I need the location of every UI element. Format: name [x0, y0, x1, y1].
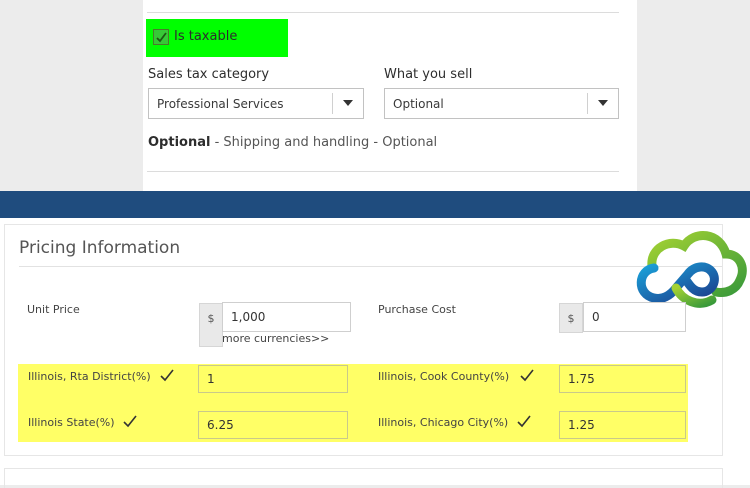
is-taxable-checkbox[interactable]	[153, 29, 169, 45]
is-taxable-row[interactable]: Is taxable	[146, 19, 288, 57]
caret-down-icon	[343, 100, 353, 106]
divider	[147, 171, 619, 172]
what-you-sell-label: What you sell	[384, 67, 473, 82]
is-taxable-label: Is taxable	[174, 29, 238, 44]
divider	[147, 12, 619, 13]
dropdown-toggle[interactable]	[587, 93, 618, 114]
check-icon[interactable]	[517, 415, 531, 428]
shipping-rest: - Shipping and handling - Optional	[210, 135, 438, 150]
sales-tax-category-label: Sales tax category	[148, 67, 270, 82]
tax-input-chicago-city[interactable]: 1.25	[559, 411, 686, 439]
unit-price-currency: $	[199, 303, 223, 347]
unit-price-label: Unit Price	[27, 303, 80, 316]
tax-input-rta-district[interactable]: 1	[198, 365, 348, 393]
divider	[19, 266, 722, 267]
tax-input-illinois-state[interactable]: 6.25	[198, 411, 348, 439]
shipping-handling-text: Optional - Shipping and handling - Optio…	[148, 135, 437, 150]
check-icon[interactable]	[160, 369, 174, 382]
what-you-sell-value: Optional	[393, 97, 444, 111]
more-currencies-link[interactable]: more currencies>>	[222, 332, 329, 345]
what-you-sell-select[interactable]: Optional	[384, 88, 619, 119]
purchase-cost-label: Purchase Cost	[378, 303, 456, 316]
check-icon	[156, 32, 167, 43]
tax-settings-panel: Is taxable Sales tax category What you s…	[143, 0, 637, 192]
purchase-cost-currency: $	[559, 303, 583, 333]
check-icon[interactable]	[520, 369, 534, 382]
pricing-panel: Pricing Information Unit Price $ 1,000 m…	[0, 218, 750, 488]
tax-label-illinois-state: Illinois State(%)	[28, 416, 115, 429]
section-title: Pricing Information	[19, 238, 181, 258]
dropdown-toggle[interactable]	[332, 93, 363, 114]
purchase-cost-input[interactable]: 0	[583, 302, 686, 332]
unit-price-input[interactable]: 1,000	[222, 302, 351, 332]
sales-tax-category-value: Professional Services	[157, 97, 284, 111]
sales-tax-category-select[interactable]: Professional Services	[148, 88, 364, 119]
tax-label-rta-district: Illinois, Rta District(%)	[28, 370, 151, 383]
header-band	[0, 191, 750, 218]
tax-label-chicago-city: Illinois, Chicago City(%)	[378, 416, 509, 429]
next-section	[4, 468, 723, 488]
caret-down-icon	[598, 100, 608, 106]
tax-label-cook-county: Illinois, Cook County(%)	[378, 370, 510, 383]
check-icon[interactable]	[123, 415, 137, 428]
shipping-optional-bold: Optional	[148, 135, 211, 150]
tax-input-cook-county[interactable]: 1.75	[559, 365, 686, 393]
